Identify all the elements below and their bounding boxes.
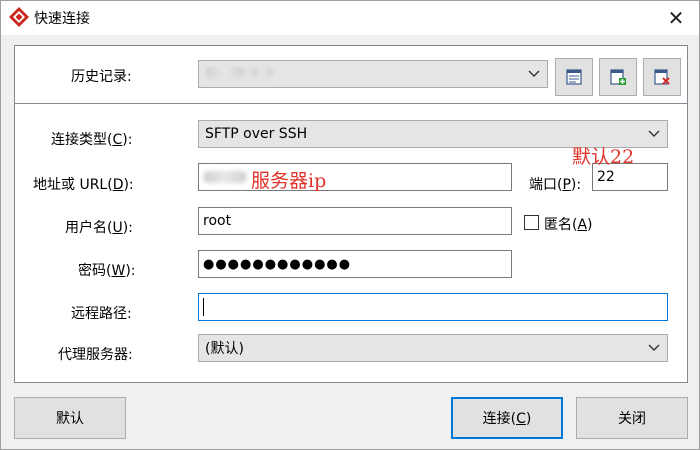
title-bar: 快速连接 ✕ bbox=[1, 1, 699, 35]
chevron-down-icon bbox=[647, 341, 661, 355]
annotation-default-port: 默认22 bbox=[572, 146, 635, 168]
username-label: 用户名(U): bbox=[65, 220, 133, 236]
redacted-host-value bbox=[203, 171, 247, 183]
port-value: 22 bbox=[597, 169, 615, 185]
default-button-label: 默认 bbox=[56, 411, 84, 427]
password-input[interactable]: ●●●●●●●●●●●● bbox=[198, 250, 512, 278]
connection-type-value: SFTP over SSH bbox=[205, 126, 308, 142]
text-caret bbox=[203, 298, 204, 316]
history-divider bbox=[15, 103, 687, 104]
history-label: 历史记录: bbox=[71, 69, 132, 85]
remote-path-input[interactable] bbox=[198, 293, 668, 321]
username-value: root bbox=[203, 213, 232, 229]
proxy-value: (默认) bbox=[205, 341, 244, 357]
quick-connect-dialog: 快速连接 ✕ 历史记录: 连接类型(C): SFTP over SSH 地址或 … bbox=[0, 0, 700, 450]
anonymous-label: 匿名(A) bbox=[544, 217, 593, 233]
delete-entry-icon bbox=[654, 69, 670, 85]
proxy-label: 代理服务器: bbox=[58, 347, 133, 363]
history-delete-button[interactable] bbox=[643, 58, 681, 96]
history-select[interactable] bbox=[198, 60, 548, 88]
add-entry-icon bbox=[610, 69, 626, 85]
default-button[interactable]: 默认 bbox=[14, 397, 126, 439]
username-input[interactable]: root bbox=[198, 207, 512, 235]
chevron-down-icon bbox=[527, 67, 541, 81]
proxy-select[interactable]: (默认) bbox=[198, 334, 668, 362]
connection-type-label: 连接类型(C): bbox=[51, 132, 133, 148]
connection-form-panel: 历史记录: 连接类型(C): SFTP over SSH 地址或 URL(D):… bbox=[14, 45, 688, 383]
annotation-server-ip: 服务器ip bbox=[251, 170, 327, 192]
anonymous-checkbox[interactable] bbox=[524, 215, 539, 230]
host-label: 地址或 URL(D): bbox=[33, 177, 134, 193]
window-title: 快速连接 bbox=[34, 11, 90, 27]
window-list-icon bbox=[566, 69, 582, 85]
history-add-button[interactable] bbox=[599, 58, 637, 96]
password-value: ●●●●●●●●●●●● bbox=[203, 256, 352, 272]
history-view-button[interactable] bbox=[555, 58, 593, 96]
window-close-button[interactable]: ✕ bbox=[653, 1, 699, 35]
app-logo-icon bbox=[9, 7, 29, 27]
password-label: 密码(W): bbox=[78, 263, 136, 279]
history-value bbox=[205, 66, 527, 82]
connect-button[interactable]: 连接(C) bbox=[451, 397, 563, 439]
redacted-history-value bbox=[205, 66, 245, 78]
connect-button-label: 连接(C) bbox=[482, 411, 532, 427]
host-input[interactable] bbox=[198, 163, 512, 191]
close-button-label: 关闭 bbox=[618, 411, 646, 427]
close-icon: ✕ bbox=[667, 6, 685, 30]
close-button[interactable]: 关闭 bbox=[576, 397, 688, 439]
port-label: 端口(P): bbox=[529, 177, 582, 193]
remote-path-label: 远程路径: bbox=[71, 306, 132, 322]
chevron-down-icon bbox=[647, 127, 661, 141]
